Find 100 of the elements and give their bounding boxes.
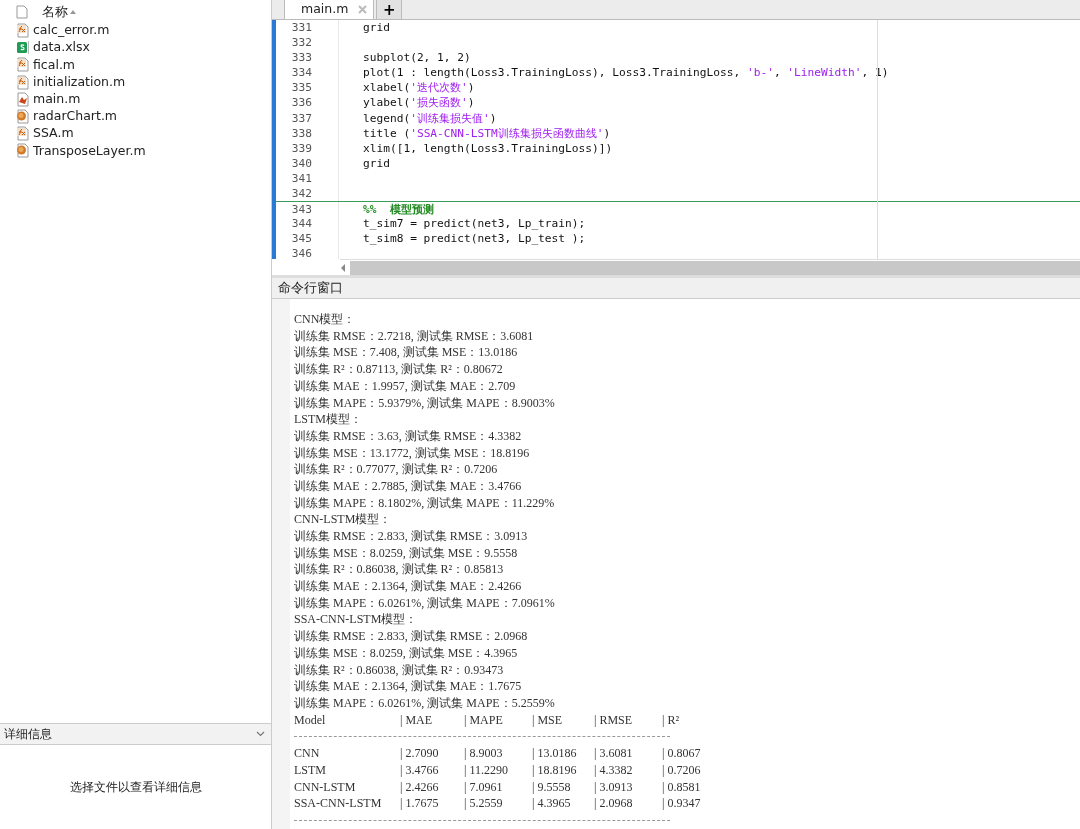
output-line: 训练集 MAPE：8.1802%, 测试集 MAPE：11.229% [294,494,556,512]
code-line: grid [338,155,1080,171]
line-number: 342 [290,186,313,202]
table-cell-text: | 13.0186 [532,745,578,762]
column-header: | RMSE [594,711,634,729]
code-line: %% 模型预测 [338,202,1080,217]
file-type-icon [16,5,28,19]
editor-tab[interactable]: main.m [284,0,375,19]
output-line: 训练集 R²：0.77077, 测试集 R²：0.7206 [294,461,499,478]
line-number: 343 [290,202,313,217]
panel-title: 详细信息 [4,726,52,743]
line-number: 346 [290,246,313,260]
table-cell-text: | 0.8067 [662,745,702,762]
line-number: 333 [290,50,313,66]
line-number: 334 [290,65,313,81]
table-cell-text: LSTM [294,761,327,779]
table-cell-text: | 8.9003 [464,745,504,762]
output-line: 训练集 MSE：8.0259, 测试集 MSE：4.3965 [294,644,519,662]
class-file-icon [16,109,30,125]
function-file-icon [16,57,30,73]
output-line: 训练集 RMSE：2.833, 测试集 RMSE：2.0968 [294,628,529,645]
code-line: t_sim7 = predict(net3, Lp_train); [338,216,1080,232]
code-line: grid [338,20,1080,36]
table-cell-text: CNN-LSTM [294,778,357,796]
output-line: 训练集 MSE：8.0259, 测试集 MSE：9.5558 [294,544,519,562]
file-name[interactable]: TransposeLayer.m [33,141,146,161]
output-line: CNN模型： [294,311,357,328]
table-cell-text: | 3.6081 [594,745,634,762]
code-line: legend('训练集损失值') [338,110,1080,126]
function-file-icon [16,23,30,39]
line-number: 345 [290,231,313,247]
file-name[interactable]: data.xlsx [33,38,90,58]
table-cell-text: | 0.7206 [662,761,702,779]
line-number: 339 [290,140,313,156]
output-line: 训练集 R²：0.86038, 测试集 R²：0.85813 [294,561,505,579]
table-cell-text: | 2.0968 [594,795,634,812]
table-cell-text: | 2.7090 [400,745,440,762]
chevron-icon[interactable] [256,731,265,737]
output-line: 训练集 RMSE：3.63, 测试集 RMSE：4.3382 [294,427,523,445]
add-tab-button[interactable]: + [376,0,403,19]
output-line: 训练集 MSE：13.1772, 测试集 MSE：18.8196 [294,444,531,462]
file-name[interactable]: radarChart.m [33,107,118,126]
table-cell-text: | 11.2290 [464,761,509,779]
output-line: 训练集 MSE：7.408, 测试集 MSE：13.0186 [294,344,519,362]
code-line: xlim([1, length(Loss3.TrainingLoss)]) [338,140,1080,156]
line-number: 335 [290,80,313,96]
output-line: 训练集 MAE：2.1364, 测试集 MAE：1.7675 [294,678,523,695]
output-line: 训练集 MAE：2.7885, 测试集 MAE：3.4766 [294,477,523,495]
panel-title: 命令行窗口 [278,279,343,298]
sort-icon[interactable] [70,10,76,14]
table-cell-text: | 4.3382 [594,761,634,779]
output-line: 训练集 RMSE：2.7218, 测试集 RMSE：3.6081 [294,327,535,345]
script-file-icon [16,91,30,107]
close-icon[interactable] [358,5,368,14]
code-line: t_sim8 = predict(net3, Lp_test ); [338,231,1080,247]
table-cell-text: SSA-CNN-LSTM [294,795,383,812]
empty-message: 选择文件以查看详细信息 [69,779,202,796]
table-cell-text: | 2.4266 [400,778,440,796]
table-cell-text: | 4.3965 [532,795,572,812]
output-line: 训练集 R²：0.86038, 测试集 R²：0.93473 [294,661,505,679]
table-cell-text: | 1.7675 [400,795,440,812]
line-number: 344 [290,216,313,232]
spreadsheet-file-icon [16,40,30,56]
file-name[interactable]: calc_error.m [33,21,110,40]
line-number: 341 [290,170,313,187]
output-line: 训练集 MAPE：6.0261%, 测试集 MAPE：7.0961% [294,594,556,612]
column-header: Model [294,711,327,729]
function-file-icon [16,126,30,142]
file-name[interactable]: fical.m [33,55,76,75]
output-line: 训练集 RMSE：2.833, 测试集 RMSE：3.0913 [294,528,529,545]
class-file-icon [16,143,30,159]
table-cell-text: | 5.2559 [464,795,504,812]
table-cell-text: | 18.8196 [532,761,578,779]
file-name[interactable]: main.m [33,89,81,109]
output-line: LSTM模型： [294,411,363,428]
scrollbar-thumb[interactable] [350,260,1080,275]
column-header[interactable]: 名称 [42,2,68,22]
column-header: | MAPE [464,711,504,729]
code-line: ylabel('损失函数') [338,95,1080,111]
column-header: | MSE [532,711,564,729]
table-cell-text: | 3.0913 [594,778,634,796]
file-name[interactable]: SSA.m [33,124,74,144]
scroll-left-icon[interactable] [340,263,346,272]
output-line: 训练集 MAE：1.9957, 测试集 MAE：2.709 [294,377,517,395]
output-line: 训练集 MAPE：5.9379%, 测试集 MAPE：8.9003% [294,394,556,412]
table-cell-text: | 9.5558 [532,778,572,796]
output-line: 训练集 R²：0.87113, 测试集 R²：0.80672 [294,361,504,378]
column-header: | R² [662,711,680,729]
line-number: 336 [290,95,313,111]
table-cell-text: CNN [294,745,321,762]
code-line: subplot(2, 1, 2) [338,50,1080,66]
line-number: 338 [290,125,313,141]
file-name[interactable]: initialization.m [33,72,126,92]
output-line: SSA-CNN-LSTM模型： [294,611,419,629]
output-line: 训练集 MAE：2.1364, 测试集 MAE：2.4266 [294,578,523,595]
line-number: 340 [290,155,313,171]
column-header: | MAE [400,711,434,729]
output-line: 训练集 MAPE：6.0261%, 测试集 MAPE：5.2559% [294,694,556,712]
line-number: 331 [290,20,313,36]
line-number: 337 [290,110,313,126]
